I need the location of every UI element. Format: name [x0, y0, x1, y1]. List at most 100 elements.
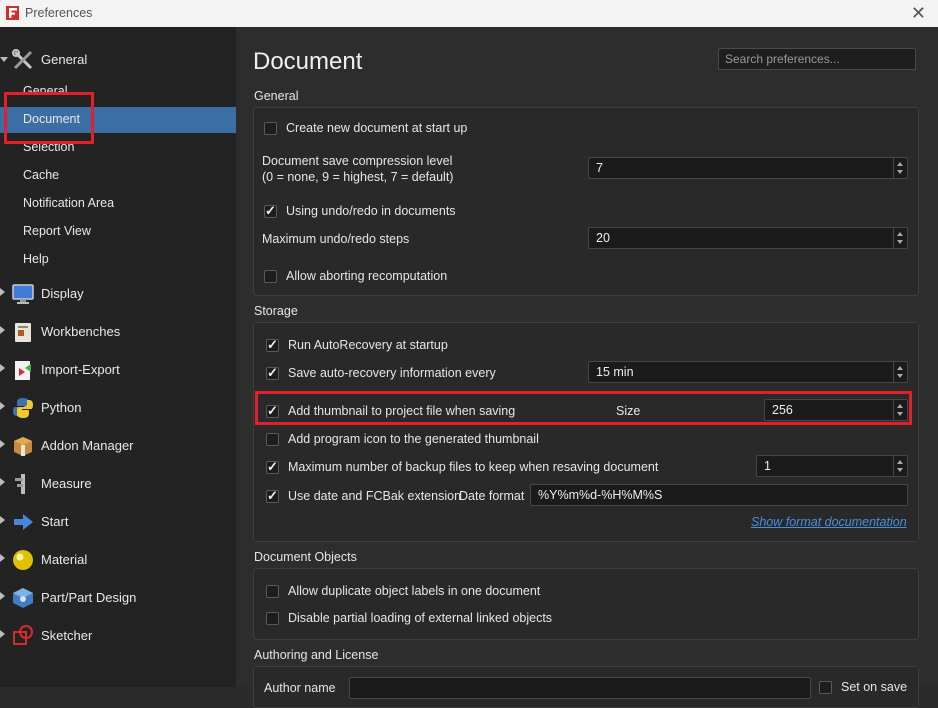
chevron-down-icon[interactable]: [897, 412, 903, 416]
chevron-right-icon[interactable]: [0, 478, 5, 486]
chevron-right-icon[interactable]: [0, 516, 5, 524]
sidebar-group-display[interactable]: Display: [0, 281, 236, 307]
main-panel: Document General Create new document at …: [236, 27, 938, 708]
thumbnail-checkbox[interactable]: [266, 403, 279, 419]
chevron-right-icon[interactable]: [0, 288, 5, 296]
abort-recompute-label: Allow aborting recomputation: [286, 269, 448, 283]
autorecovery-interval-spinbox[interactable]: 15 min: [588, 361, 908, 383]
create-new-doc-checkbox[interactable]: [264, 122, 277, 135]
close-icon[interactable]: ✕: [911, 3, 926, 23]
date-format-value: %Y%m%d-%H%M%S: [538, 488, 663, 502]
chevron-right-icon[interactable]: [0, 592, 5, 600]
sidebar-group-label: Part/Part Design: [41, 590, 137, 605]
spinbox-buttons[interactable]: [893, 400, 907, 420]
sidebar-group-sketcher[interactable]: Sketcher: [0, 623, 236, 649]
max-backup-checkbox[interactable]: [266, 459, 279, 475]
spinbox-buttons[interactable]: [893, 158, 907, 178]
sidebar-group-measure[interactable]: Measure: [0, 471, 236, 497]
sidebar-item-document[interactable]: Document: [0, 107, 236, 133]
abort-recompute-checkbox[interactable]: [264, 270, 277, 283]
sidebar-item-label: Document: [23, 112, 80, 126]
max-backup-label: Maximum number of backup files to keep w…: [288, 460, 659, 474]
chevron-right-icon[interactable]: [0, 402, 5, 410]
duplicate-labels-checkbox[interactable]: [266, 585, 279, 598]
spinbox-buttons[interactable]: [893, 362, 907, 382]
max-undo-spinbox[interactable]: 20: [588, 227, 908, 249]
sketcher-icon: [13, 625, 33, 645]
spinbox-buttons[interactable]: [893, 228, 907, 248]
sidebar-group-workbenches[interactable]: Workbenches: [0, 319, 236, 345]
partial-loading-label: Disable partial loading of external link…: [288, 611, 553, 625]
chevron-right-icon[interactable]: [0, 364, 5, 372]
chevron-up-icon[interactable]: [897, 460, 903, 464]
chevron-down-icon[interactable]: [897, 468, 903, 472]
author-name-input[interactable]: [349, 677, 811, 699]
chevron-right-icon[interactable]: [0, 554, 5, 562]
chevron-right-icon[interactable]: [0, 326, 5, 334]
chevron-down-icon[interactable]: [897, 374, 903, 378]
program-icon-checkbox[interactable]: [266, 433, 279, 446]
chevron-down-icon[interactable]: [897, 170, 903, 174]
max-backup-spinbox[interactable]: 1: [756, 455, 908, 477]
show-format-doc-link[interactable]: Show format documentation: [751, 515, 907, 529]
storage-group-box: Run AutoRecovery at startup Save auto-re…: [253, 322, 919, 542]
sidebar-group-import-export[interactable]: Import-Export: [0, 357, 236, 383]
chevron-up-icon[interactable]: [897, 232, 903, 236]
chevron-down-icon[interactable]: [897, 240, 903, 244]
import-export-icon: [15, 361, 31, 380]
compression-spinbox[interactable]: 7: [588, 157, 908, 179]
authoring-group-box: Author name Set on save: [253, 666, 919, 708]
max-undo-label: Maximum undo/redo steps: [262, 232, 410, 246]
sidebar-group-general[interactable]: General: [0, 47, 236, 73]
chevron-up-icon[interactable]: [897, 366, 903, 370]
spinbox-value: 15 min: [596, 365, 634, 379]
create-new-doc-label: Create new document at start up: [286, 121, 468, 135]
sidebar-item-label: Notification Area: [23, 196, 115, 210]
sidebar-group-addon-manager[interactable]: Addon Manager: [0, 433, 236, 459]
search-input[interactable]: [718, 48, 916, 70]
monitor-icon: [12, 284, 34, 304]
sidebar-group-label: Sketcher: [41, 628, 93, 643]
sidebar-item-label: Selection: [23, 140, 75, 154]
autorecovery-checkbox[interactable]: [266, 337, 279, 353]
chevron-right-icon[interactable]: [0, 440, 5, 448]
date-format-input[interactable]: %Y%m%d-%H%M%S: [530, 484, 908, 506]
workbench-icon: [15, 323, 31, 342]
sidebar-group-material[interactable]: Material: [0, 547, 236, 573]
sidebar-item-report-view[interactable]: Report View: [0, 219, 236, 245]
sidebar-item-label: Report View: [23, 224, 91, 238]
tools-icon: [12, 49, 33, 70]
chevron-right-icon[interactable]: [0, 630, 5, 638]
chevron-down-icon[interactable]: [0, 57, 8, 62]
sidebar-group-part-design[interactable]: Part/Part Design: [0, 585, 236, 611]
arrow-right-icon: [14, 514, 33, 530]
addon-box-icon: [14, 437, 32, 456]
save-autorecovery-checkbox[interactable]: [266, 365, 279, 381]
sidebar: General General Document Selection Cache…: [0, 27, 236, 687]
autorecovery-label: Run AutoRecovery at startup: [288, 338, 448, 352]
undo-redo-checkbox[interactable]: [264, 203, 277, 219]
section-title-storage: Storage: [254, 304, 298, 318]
chevron-up-icon[interactable]: [897, 404, 903, 408]
date-ext-label: Use date and FCBak extension: [288, 489, 462, 503]
sidebar-item-general[interactable]: General: [0, 79, 236, 105]
spinbox-buttons[interactable]: [893, 456, 907, 476]
sidebar-item-cache[interactable]: Cache: [0, 163, 236, 189]
partial-loading-checkbox[interactable]: [266, 612, 279, 625]
caliper-icon: [15, 474, 25, 494]
set-on-save-checkbox[interactable]: [819, 681, 832, 694]
sidebar-group-label: Python: [41, 400, 82, 415]
sidebar-group-label: Workbenches: [41, 324, 121, 339]
sidebar-group-label: Display: [41, 286, 84, 301]
chevron-up-icon[interactable]: [897, 162, 903, 166]
author-name-label: Author name: [264, 681, 336, 695]
sidebar-item-selection[interactable]: Selection: [0, 135, 236, 161]
section-title-document-objects: Document Objects: [254, 550, 357, 564]
sidebar-item-notification-area[interactable]: Notification Area: [0, 191, 236, 217]
sidebar-group-start[interactable]: Start: [0, 509, 236, 535]
spinbox-value: 256: [772, 403, 793, 417]
thumbnail-size-spinbox[interactable]: 256: [764, 399, 908, 421]
sidebar-group-python[interactable]: Python: [0, 395, 236, 421]
sidebar-item-help[interactable]: Help: [0, 247, 236, 273]
date-ext-checkbox[interactable]: [266, 488, 279, 504]
